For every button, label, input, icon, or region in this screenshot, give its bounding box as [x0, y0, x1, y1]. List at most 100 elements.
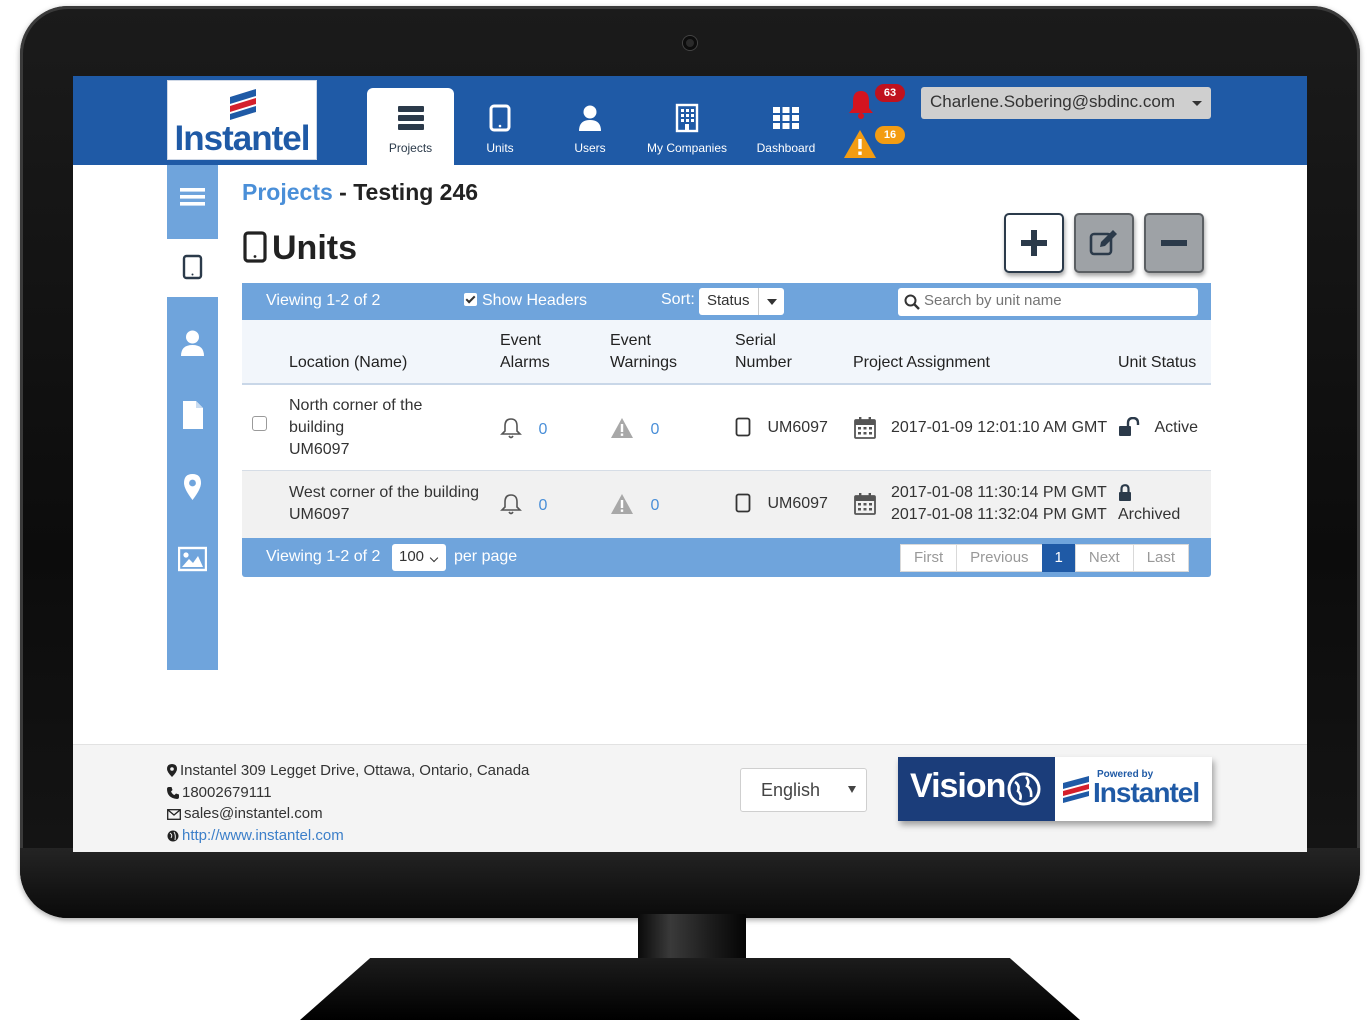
column-header-project-assignment[interactable]: Project Assignment — [853, 352, 990, 374]
website-link[interactable]: http://www.instantel.com — [182, 827, 344, 844]
column-header-event-alarms-line2: Alarms — [500, 354, 550, 371]
unit-location: West corner of the building UM6097 — [289, 482, 479, 526]
map-pin-icon — [167, 764, 177, 777]
phone-text: 18002679111 — [182, 783, 272, 801]
alarm-bell-icon[interactable] — [845, 88, 877, 120]
plus-icon — [1021, 230, 1047, 256]
caret-down-icon — [758, 288, 784, 315]
viewing-count: Viewing 1-2 of 2 — [266, 548, 381, 565]
units-panel: Viewing 1-2 of 2 Show Headers Sort: Stat… — [242, 283, 1211, 577]
pager-first-button[interactable]: First — [900, 544, 958, 572]
per-page-select[interactable]: 100 — [392, 544, 446, 571]
unit-name: UM6097 — [289, 506, 350, 523]
unit-status: Archived — [1118, 506, 1181, 523]
vision-powered-by-instantel-logo[interactable]: Vision Powered by Instantel — [898, 757, 1212, 821]
map-pin-icon — [184, 474, 201, 500]
warning-triangle-icon — [611, 494, 633, 514]
tab-projects[interactable]: Projects — [367, 88, 454, 165]
sidebar-item-menu[interactable] — [167, 169, 218, 227]
caret-down-icon — [848, 786, 856, 793]
tablet-icon — [243, 231, 267, 263]
tab-projects-label: Projects — [388, 141, 433, 155]
webcam-icon — [683, 36, 697, 50]
logo-text: Instantel — [174, 119, 311, 158]
edit-icon — [1089, 230, 1117, 256]
search-box[interactable] — [898, 288, 1198, 316]
building-icon — [675, 103, 699, 133]
envelope-icon — [167, 809, 181, 820]
unit-status-cell: Active — [1118, 416, 1199, 439]
edit-unit-button[interactable] — [1074, 213, 1134, 273]
table-row[interactable]: North corner of the building UM6097 0 0 — [242, 385, 1211, 471]
sidebar-item-documents[interactable] — [167, 387, 218, 445]
tablet-icon — [489, 104, 511, 132]
warning-count-badge: 16 — [875, 126, 905, 144]
sidebar-item-users[interactable] — [167, 315, 218, 373]
table-row[interactable]: West corner of the building UM6097 0 0 U… — [242, 471, 1211, 538]
server-stack-icon — [397, 106, 424, 130]
serial-number: UM6097 — [767, 495, 828, 512]
column-header-unit-status[interactable]: Unit Status — [1118, 352, 1196, 374]
per-page-value: 100 — [399, 548, 425, 565]
website-line: http://www.instantel.com — [167, 825, 529, 847]
email-text[interactable]: sales@instantel.com — [184, 805, 323, 822]
sidebar-item-units[interactable] — [167, 239, 218, 297]
tab-dashboard[interactable]: Dashboard — [743, 88, 829, 165]
phone-line: 18002679111 — [167, 782, 529, 804]
show-headers-checkbox[interactable] — [464, 293, 477, 306]
sort-label: Sort: — [661, 291, 695, 308]
column-header-event-warnings-line2: Warnings — [610, 354, 677, 371]
column-header-event-alarms-line1: Event — [500, 332, 541, 349]
pager-previous-button[interactable]: Previous — [956, 544, 1043, 572]
user-account-menu[interactable]: Charlene.Sobering@sbdinc.com — [921, 87, 1211, 119]
remove-unit-button[interactable] — [1144, 213, 1204, 273]
unit-location: North corner of the building UM6097 — [289, 395, 422, 461]
breadcrumb-projects-link[interactable]: Projects — [242, 179, 333, 205]
tab-users[interactable]: Users — [549, 88, 631, 165]
unit-status: Active — [1154, 419, 1199, 436]
breadcrumb-separator: - — [332, 179, 354, 205]
pager-last-button[interactable]: Last — [1132, 544, 1190, 572]
vision-logo-text: Vision — [910, 767, 1006, 805]
language-value: English — [761, 780, 821, 800]
bell-outline-icon — [500, 418, 522, 439]
alarm-count-badge: 63 — [875, 84, 905, 102]
event-alarms-cell[interactable]: 0 — [500, 493, 547, 517]
column-header-serial-line2: Number — [735, 354, 792, 371]
event-alarms-cell[interactable]: 0 — [500, 417, 547, 441]
column-header-event-alarms[interactable]: Event Alarms — [500, 330, 550, 374]
phone-icon — [167, 786, 179, 799]
sidebar-item-images[interactable] — [167, 531, 218, 589]
column-header-event-warnings[interactable]: Event Warnings — [610, 330, 677, 374]
tab-units[interactable]: Units — [459, 88, 541, 165]
tab-my-companies-label: My Companies — [646, 141, 728, 155]
warning-triangle-icon[interactable] — [843, 128, 877, 160]
add-unit-button[interactable] — [1004, 213, 1064, 273]
pager-next-button[interactable]: Next — [1074, 544, 1134, 572]
image-icon — [178, 546, 207, 572]
contact-info: Instantel 309 Legget Drive, Ottawa, Onta… — [167, 760, 529, 846]
tab-my-companies[interactable]: My Companies — [639, 88, 735, 165]
globe-icon — [1007, 772, 1041, 806]
lock-icon — [1119, 484, 1131, 501]
sort-select[interactable]: Status — [699, 288, 784, 315]
instantel-brand-text: Instantel — [1093, 777, 1200, 808]
show-headers-toggle[interactable]: Show Headers — [464, 292, 587, 310]
column-header-location[interactable]: Location (Name) — [289, 352, 407, 374]
event-warnings-count: 0 — [650, 497, 660, 514]
search-input[interactable] — [924, 292, 1184, 309]
language-select[interactable]: English — [740, 768, 867, 812]
pager-current-page[interactable]: 1 — [1041, 544, 1076, 572]
event-warnings-cell[interactable]: 0 — [610, 417, 659, 441]
units-toolbar: Viewing 1-2 of 2 Show Headers Sort: Stat… — [242, 283, 1211, 320]
column-header-serial-line1: Serial — [735, 332, 776, 349]
event-alarms-count: 0 — [538, 421, 548, 438]
breadcrumb-current: Testing 246 — [353, 179, 479, 205]
sidebar-item-locations[interactable] — [167, 459, 218, 517]
unit-location-line: West corner of the building — [289, 484, 480, 501]
address-text: Instantel 309 Legget Drive, Ottawa, Onta… — [180, 762, 530, 779]
event-warnings-cell[interactable]: 0 — [610, 493, 659, 517]
row-select-checkbox[interactable] — [252, 416, 267, 431]
column-header-serial-number[interactable]: Serial Number — [735, 330, 792, 374]
instantel-logo[interactable]: Instantel — [167, 80, 317, 160]
